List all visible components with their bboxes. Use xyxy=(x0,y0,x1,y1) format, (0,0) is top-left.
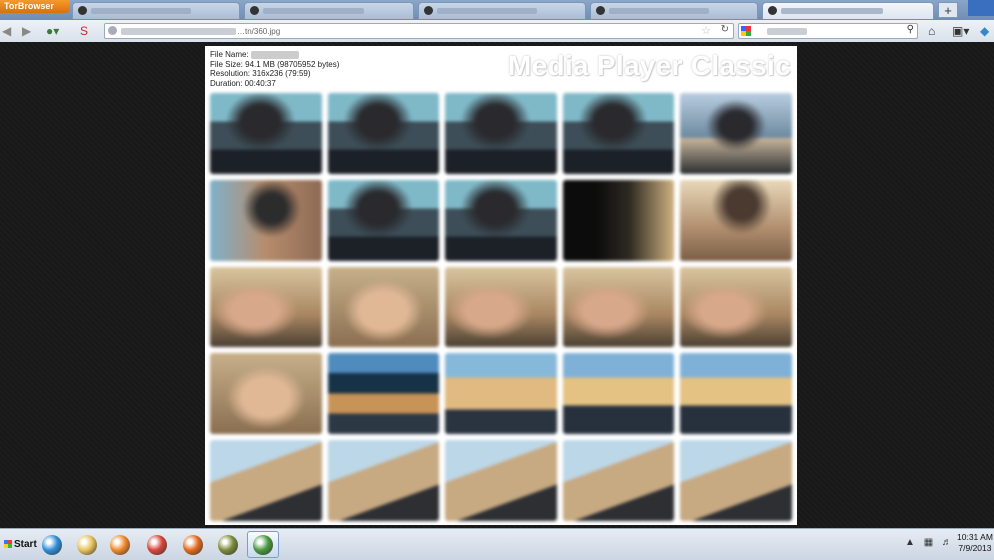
tab-title-redacted xyxy=(609,8,709,14)
video-thumbnail xyxy=(210,266,322,348)
tab-title-redacted xyxy=(91,8,191,14)
browser-tab[interactable] xyxy=(244,2,414,19)
thumbnail-sheet-image: File Name: File Size: 94.1 MB (98705952 … xyxy=(205,46,797,525)
winamp-icon xyxy=(218,534,238,555)
tab-favicon xyxy=(78,6,87,15)
browser-tab-active[interactable] xyxy=(762,2,934,19)
taskbar-app-button[interactable] xyxy=(104,531,136,558)
network-icon[interactable]: ▦ xyxy=(924,537,933,548)
noscript-button-icon[interactable]: S xyxy=(80,24,88,38)
addon-icon[interactable]: ◆ xyxy=(980,24,989,38)
video-thumbnail xyxy=(562,353,675,435)
torbrowser-menu-button[interactable]: TorBrowser xyxy=(0,0,70,13)
thumbnail-grid xyxy=(210,93,792,521)
browser-tab[interactable] xyxy=(418,2,586,19)
resolution-line: Resolution: 316x236 (79:59) xyxy=(210,69,311,78)
system-tray: ▲ ▦ ♬ xyxy=(905,537,952,548)
new-tab-button[interactable]: + xyxy=(938,2,958,18)
clock-time: 10:31 AM xyxy=(957,532,993,542)
file-info-block: File Name: File Size: 94.1 MB (98705952 … xyxy=(210,50,339,88)
video-thumbnail xyxy=(680,353,792,435)
video-thumbnail xyxy=(562,266,675,348)
video-thumbnail xyxy=(680,93,792,174)
toolbar-menu-icon[interactable]: ▣▾ xyxy=(952,24,969,38)
video-thumbnail xyxy=(210,440,322,521)
file-size-line: File Size: 94.1 MB (98705952 bytes) xyxy=(210,59,340,69)
video-thumbnail xyxy=(210,353,322,435)
taskbar-clock[interactable]: 10:31 AM 7/9/2013 xyxy=(957,532,993,554)
window-minimize-button[interactable] xyxy=(968,0,994,16)
windows-taskbar: Start ▲ ▦ ♬ 10:31 AM 7/9/2013 xyxy=(0,528,994,560)
tab-title-redacted xyxy=(263,8,364,14)
video-thumbnail xyxy=(680,266,792,348)
url-redacted xyxy=(121,28,236,35)
bookmark-star-icon[interactable]: ☆ xyxy=(701,24,711,37)
file-name-redacted xyxy=(250,50,299,59)
browser-tab[interactable] xyxy=(72,2,240,19)
onion-button-icon[interactable]: ●▾ xyxy=(46,24,59,38)
video-thumbnail xyxy=(210,93,322,174)
firefox-icon xyxy=(183,534,203,555)
tab-title-redacted xyxy=(437,8,537,14)
video-thumbnail xyxy=(680,179,792,261)
tab-favicon xyxy=(768,6,777,15)
duration-line: Duration: 00:40:37 xyxy=(210,78,276,88)
reload-icon[interactable]: ↻ xyxy=(721,24,729,35)
taskbar-app-button[interactable] xyxy=(247,531,279,558)
video-thumbnail xyxy=(327,93,440,174)
video-thumbnail xyxy=(445,93,557,174)
tab-favicon xyxy=(596,6,605,15)
search-icon[interactable]: ⚲ xyxy=(907,24,914,35)
video-thumbnail xyxy=(327,353,440,435)
video-thumbnail xyxy=(210,179,322,261)
tab-favicon xyxy=(424,6,433,15)
video-thumbnail xyxy=(562,179,675,261)
taskbar-app-button[interactable] xyxy=(36,531,68,558)
video-thumbnail xyxy=(327,179,440,261)
tab-strip: TorBrowser + xyxy=(0,0,994,20)
tab-favicon xyxy=(250,6,259,15)
file-name-label: File Name: xyxy=(210,50,249,59)
address-bar[interactable]: …tn/360.jpg ☆ ↻ xyxy=(104,23,734,39)
video-thumbnail xyxy=(562,440,675,521)
site-identity-icon[interactable] xyxy=(108,26,117,35)
browser-tab[interactable] xyxy=(590,2,758,19)
start-button[interactable]: Start xyxy=(0,534,41,556)
internet-explorer-icon xyxy=(42,534,62,555)
video-thumbnail xyxy=(327,266,440,348)
file-explorer-icon xyxy=(77,534,97,555)
video-thumbnail xyxy=(445,440,557,521)
search-bar[interactable]: ⚲ xyxy=(738,23,918,39)
video-thumbnail xyxy=(562,93,675,174)
search-engine-name-redacted xyxy=(767,28,807,35)
video-thumbnail xyxy=(445,353,557,435)
video-thumbnail xyxy=(680,440,792,521)
video-thumbnail xyxy=(445,179,557,261)
taskbar-app-button[interactable] xyxy=(71,531,103,558)
search-engine-icon[interactable] xyxy=(741,26,751,36)
home-icon[interactable]: ⌂ xyxy=(928,24,935,38)
taskbar-app-button[interactable] xyxy=(141,531,173,558)
navigation-toolbar: ◀ ▶ ●▾ S …tn/360.jpg ☆ ↻ ⚲ ⌂ ▣▾ ◆ xyxy=(0,20,994,43)
media-player-classic-watermark: Media Player Classic xyxy=(507,50,791,81)
taskbar-app-button[interactable] xyxy=(177,531,209,558)
show-hidden-icons-icon[interactable]: ▲ xyxy=(905,537,915,548)
taskbar-app-button[interactable] xyxy=(212,531,244,558)
video-thumbnail xyxy=(445,266,557,348)
url-text: …tn/360.jpg xyxy=(237,27,281,36)
chrome-icon xyxy=(147,534,167,555)
back-arrow-icon[interactable]: ◀ xyxy=(2,24,11,38)
tab-title-redacted xyxy=(781,8,883,14)
media-player-icon xyxy=(110,534,130,555)
clock-date: 7/9/2013 xyxy=(958,543,992,553)
file-name-line: File Name: xyxy=(210,50,339,60)
volume-icon[interactable]: ♬ xyxy=(942,537,952,548)
tor-browser-icon xyxy=(253,534,273,555)
forward-arrow-icon[interactable]: ▶ xyxy=(22,24,31,38)
video-thumbnail xyxy=(327,440,440,521)
